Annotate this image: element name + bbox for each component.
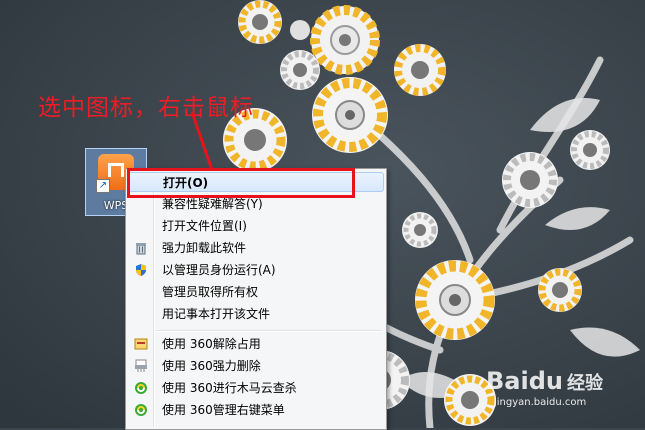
baidu-jingyan-watermark: Baidu 经验 jingyan.baidu.com [486, 367, 603, 408]
watermark-url: jingyan.baidu.com [494, 397, 587, 408]
menu-item-360-manage-context-menu[interactable]: 使用 360管理右键菜单 [128, 400, 384, 420]
menu-item-360-trojan-scan[interactable]: 使用 360进行木马云查杀 [128, 378, 384, 398]
menu-item-label: 使用 360管理右键菜单 [162, 403, 285, 417]
menu-item-360-force-delete[interactable]: 使用 360强力删除 [128, 356, 384, 376]
360-unlock-icon [134, 338, 148, 350]
360-guard-icon [135, 404, 147, 416]
uac-shield-icon [136, 264, 146, 276]
trash-icon [136, 243, 146, 255]
watermark-brand-cn: 经验 [566, 373, 603, 394]
annotation-highlight-box [127, 168, 355, 198]
menu-item-force-uninstall[interactable]: 强力卸载此软件 [128, 238, 384, 258]
menu-item-label: 使用 360强力删除 [162, 359, 261, 373]
menu-item-label: 强力卸载此软件 [162, 241, 247, 255]
menu-separator [156, 330, 382, 332]
menu-item-label: 用记事本打开该文件 [162, 307, 271, 321]
shortcut-arrow-icon: ↗ [96, 179, 110, 193]
menu-item-run-as-admin[interactable]: 以管理员身份运行(A) [128, 260, 384, 280]
menu-item-label: 使用 360解除占用 [162, 337, 261, 351]
watermark-brand: Bai [486, 367, 529, 395]
menu-item-open-with-notepad[interactable]: 用记事本打开该文件 [128, 304, 384, 324]
360-guard-icon [135, 382, 147, 394]
menu-item-label: 打开文件位置(I) [162, 219, 247, 233]
menu-item-take-ownership[interactable]: 管理员取得所有权 [128, 282, 384, 302]
menu-item-360-unlock[interactable]: 使用 360解除占用 [128, 334, 384, 354]
menu-item-label: 管理员取得所有权 [162, 285, 259, 299]
menu-item-label: 使用 360进行木马云查杀 [162, 381, 297, 395]
watermark-brand-suffix: du [528, 367, 563, 395]
context-menu: 打开(O) 兼容性疑难解答(Y) 打开文件位置(I) 强力卸载此软件 以管理员身… [125, 168, 387, 430]
menu-item-open-file-location[interactable]: 打开文件位置(I) [128, 216, 384, 236]
menu-item-label: 以管理员身份运行(A) [162, 263, 276, 277]
360-shredder-icon [135, 359, 147, 372]
